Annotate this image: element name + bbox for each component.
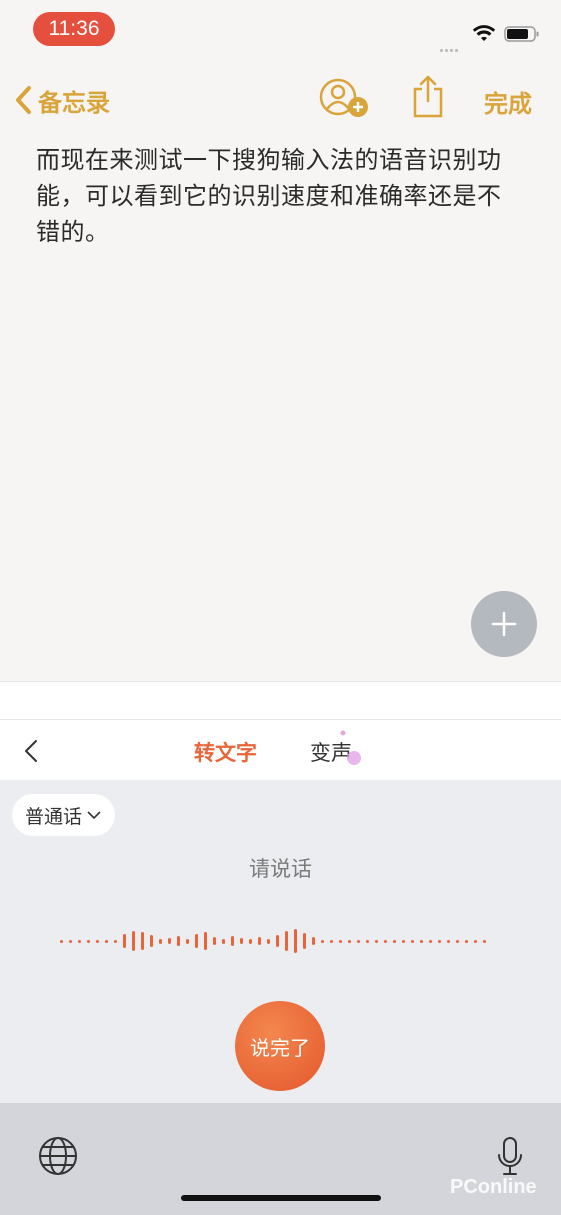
chevron-left-icon[interactable]: [20, 737, 44, 765]
input-accessory-bar: [0, 681, 561, 720]
back-label: 备忘录: [38, 88, 110, 117]
language-label: 普通话: [24, 805, 82, 828]
home-indicator: [181, 1195, 381, 1201]
watermark: PConline: [450, 1176, 537, 1198]
voice-tabs-bar: [0, 719, 561, 781]
sparkle-decoration: [340, 730, 361, 765]
done-button[interactable]: 完成: [484, 84, 532, 119]
chevron-down-icon: [87, 811, 101, 820]
cellular-signal-icon: [440, 37, 460, 56]
wifi-icon: [472, 25, 496, 41]
add-people-icon[interactable]: [318, 78, 370, 120]
chevron-left-icon: [16, 86, 31, 114]
speak-prompt: 请说话: [249, 857, 312, 881]
tab-speech-to-text[interactable]: 转文字: [194, 737, 257, 767]
globe-icon[interactable]: [38, 1136, 78, 1176]
status-time: 11:36: [33, 12, 115, 46]
note-body-text[interactable]: 而现在来测试一下搜狗输入法的语音识别功能，可以看到它的识别速度和准确率还是不错的…: [36, 142, 516, 250]
finish-speaking-button[interactable]: 说完了: [235, 1001, 325, 1091]
back-button[interactable]: 备忘录: [14, 80, 110, 120]
language-selector[interactable]: 普通话: [12, 794, 115, 836]
voice-waveform: [60, 926, 505, 956]
plus-icon: [491, 611, 517, 637]
microphone-icon[interactable]: [496, 1136, 524, 1178]
share-icon[interactable]: [412, 74, 444, 118]
add-button[interactable]: [471, 591, 537, 657]
battery-icon: [504, 26, 539, 42]
